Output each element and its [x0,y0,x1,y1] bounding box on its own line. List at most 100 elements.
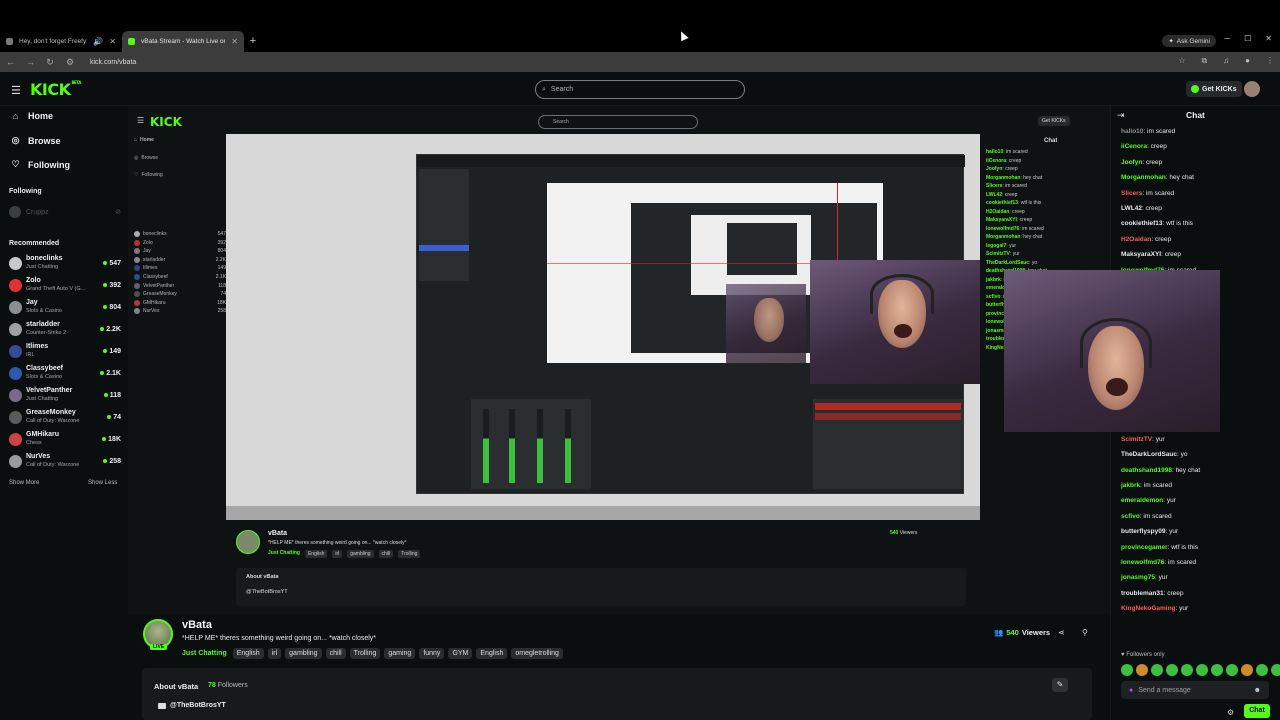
chat-username[interactable]: KingNekoGaming [1121,605,1176,612]
tab-audio-icon[interactable]: 🔊 [93,37,103,46]
browser-tab-freefy[interactable]: Hey, don't forget Freefy! 🔊 ✕ [0,31,122,52]
youtube-link[interactable]: @TheBotBrosYT [158,702,226,709]
hamburger-menu-icon[interactable]: ☰ [11,84,21,97]
chat-username[interactable]: H2Oaidan [1121,236,1151,243]
stream-tag[interactable]: gambling [285,648,322,659]
close-tab-icon[interactable]: ✕ [231,37,238,46]
chat-username[interactable]: cookiethief13 [1121,220,1163,227]
chat-username[interactable]: LWL42 [1121,205,1142,212]
emote-icon[interactable] [1196,664,1208,676]
captured-chat-text: wtf is this [1020,200,1042,206]
chat-username[interactable]: deathshand1998 [1121,467,1172,474]
recommended-channel[interactable]: GMHikaru Chess 18K [9,428,121,450]
recommended-channel[interactable]: Jay Slots & Casino 804 [9,296,121,318]
chat-username[interactable]: emeraldemon [1121,497,1163,504]
chat-username[interactable]: jonasmg75 [1121,574,1155,581]
collapse-chat-icon[interactable]: ⇥ [1117,110,1125,121]
send-chat-button[interactable]: Chat [1244,704,1270,718]
chat-username[interactable]: lonewolfmd76 [1121,559,1164,566]
emote-icon[interactable] [1166,664,1178,676]
emote-icon[interactable] [1121,664,1133,676]
media-icon[interactable]: ♫ [1223,56,1229,66]
kick-logo[interactable]: KICKBETA [30,80,81,99]
recommended-channel[interactable]: NurVes Call of Duty: Warzone 258 [9,450,121,472]
chat-username[interactable]: hallo10 [1121,128,1143,135]
site-info-icon[interactable]: ⚙ [66,57,74,68]
close-tab-icon[interactable]: ✕ [109,37,116,46]
url-field[interactable]: kick.com/vbata [90,59,136,66]
reload-icon[interactable]: ↻ [46,57,54,68]
stream-tag[interactable]: omegletrolling [511,648,563,659]
recommended-channel[interactable]: GreaseMonkey Call of Duty: Warzone 74 [9,406,121,428]
emote-icon[interactable] [1181,664,1193,676]
video-player[interactable]: ☰ KICK Search Get KICKs ⌂ Home ◎ Browse ♡ F… [128,106,1110,614]
close-window-icon[interactable]: ✕ [1265,34,1272,43]
stream-tag[interactable]: GYM [448,648,473,659]
menu-dots-icon[interactable]: ⋮ [1266,56,1274,66]
chat-settings-icon[interactable]: ⚙ [1227,708,1234,717]
user-avatar[interactable] [1244,81,1260,97]
ask-gemini-button[interactable]: ✦ Ask Gemini [1162,35,1216,47]
new-tab-button[interactable]: + [244,31,262,52]
emote-icon[interactable] [1226,664,1238,676]
stream-tag[interactable]: Trolling [349,648,381,659]
recommended-channel[interactable]: VelvetPanther Just Chatting 118 [9,384,121,406]
emote-icon[interactable] [1241,664,1253,676]
recommended-channel[interactable]: Itlimes IRL 149 [9,340,121,362]
recommended-channel[interactable]: starladder Counter-Strike 2 2.2K [9,318,121,340]
search-input[interactable]: ⌕ Search [535,80,745,99]
nav-browse[interactable]: ◎ Browse [11,135,61,146]
chat-username[interactable]: jakbrk [1121,482,1140,489]
bookmark-star-icon[interactable]: ☆ [1178,56,1185,66]
chat-username[interactable]: Slicers [1121,190,1142,197]
emote-icon[interactable] [1211,664,1223,676]
show-more-button[interactable]: Show More [9,480,39,486]
stream-video[interactable] [226,134,980,520]
recommended-channel[interactable]: boneclinks Just Chatting 547 [9,252,121,274]
stream-tag[interactable]: gaming [384,648,416,659]
live-dot-icon [103,283,108,287]
stream-tag[interactable]: English [232,648,264,659]
nav-following[interactable]: ♡ Following [11,159,70,170]
chat-username[interactable]: Morganmohan [1121,174,1166,181]
edit-about-button[interactable]: ✎ [1052,678,1068,692]
mod-tools-icon[interactable]: ⚲ [1082,628,1088,637]
stream-tag[interactable]: chill [325,648,346,659]
browser-tab-vbata[interactable]: vBata Stream - Watch Live on K ✕ [122,31,244,52]
following-channel[interactable]: Cruppz ⊘ [9,206,121,218]
chat-username[interactable]: ScimitzTV [1121,436,1152,443]
channel-name[interactable]: vBata [182,619,212,631]
share-icon[interactable]: ⋖ [1058,628,1065,637]
back-icon[interactable]: ← [6,57,15,67]
chat-username[interactable]: butterflyspy09 [1121,528,1165,535]
maximize-icon[interactable]: ☐ [1244,34,1251,43]
category-link[interactable]: Just Chatting [182,650,227,657]
recommended-channel[interactable]: Zolo Grand Theft Auto V (G... 392 [9,274,121,296]
profile-icon[interactable]: ● [1245,56,1250,66]
forward-icon[interactable]: → [26,57,35,67]
emote-icon[interactable] [1151,664,1163,676]
nav-home[interactable]: ⌂ Home [11,111,53,121]
recommended-channel[interactable]: Classybeef Slots & Casino 2.1K [9,362,121,384]
show-less-button[interactable]: Show Less [88,480,117,486]
extensions-icon[interactable]: ⧉ [1201,56,1207,66]
emote-icon[interactable] [1256,664,1268,676]
minimize-icon[interactable]: ─ [1224,34,1230,43]
chat-message-input[interactable]: ● Send a message ☻ [1121,681,1269,699]
chat-username[interactable]: TheDarkLordSauc [1121,451,1177,458]
video-control-bar[interactable] [226,506,980,520]
emoji-picker-icon[interactable]: ☻ [1254,687,1261,694]
stream-tag[interactable]: English [476,648,508,659]
chat-username[interactable]: iiCenora [1121,143,1147,150]
chat-username[interactable]: scfivo [1121,513,1140,520]
chat-username[interactable]: troubleman31 [1121,590,1164,597]
stream-tag[interactable]: funny [419,648,445,659]
get-kicks-button[interactable]: Get KICKs [1186,81,1242,97]
stream-tag[interactable]: irl [267,648,282,659]
emote-icon[interactable] [1136,664,1148,676]
chat-username[interactable]: MaksyaraXYI [1121,251,1161,258]
emote-icon[interactable] [1271,664,1280,676]
chat-username[interactable]: provincegamer [1121,544,1168,551]
chat-username[interactable]: Joofyn [1121,159,1142,166]
chat-text: yur [1169,528,1179,536]
